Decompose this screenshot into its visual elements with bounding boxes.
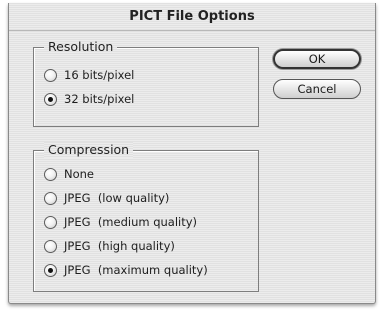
radio-button-selected-icon[interactable] (44, 263, 57, 277)
radio-button-icon[interactable] (44, 191, 57, 205)
radio-32-bits[interactable]: 32 bits/pixel (44, 90, 134, 108)
radio-label: JPEG (maximum quality) (64, 263, 208, 277)
compression-legend: Compression (44, 142, 134, 158)
radio-button-icon[interactable] (44, 215, 57, 229)
radio-label: 32 bits/pixel (64, 92, 135, 106)
pict-file-options-dialog: PICT File Options Resolution 16 bits/pix… (8, 3, 376, 304)
radio-label: JPEG (medium quality) (64, 215, 198, 229)
radio-jpeg-high[interactable]: JPEG (high quality) (44, 237, 175, 255)
radio-none[interactable]: None (44, 165, 94, 183)
cancel-button[interactable]: Cancel (273, 79, 361, 99)
dialog-title: PICT File Options (9, 3, 375, 31)
radio-jpeg-medium[interactable]: JPEG (medium quality) (44, 213, 197, 231)
ok-button[interactable]: OK (273, 49, 361, 69)
radio-16-bits[interactable]: 16 bits/pixel (44, 66, 134, 84)
radio-jpeg-low[interactable]: JPEG (low quality) (44, 189, 169, 207)
resolution-legend: Resolution (44, 39, 118, 55)
radio-button-icon[interactable] (44, 68, 57, 82)
radio-label: JPEG (low quality) (64, 191, 170, 205)
radio-label: None (64, 167, 95, 181)
radio-button-icon[interactable] (44, 167, 57, 181)
compression-group: Compression None JPEG (low quality) JPEG… (33, 142, 259, 292)
radio-jpeg-maximum[interactable]: JPEG (maximum quality) (44, 261, 208, 279)
radio-button-icon[interactable] (44, 239, 57, 253)
radio-label: 16 bits/pixel (64, 68, 135, 82)
radio-label: JPEG (high quality) (64, 239, 175, 253)
radio-button-selected-icon[interactable] (44, 92, 57, 106)
resolution-group: Resolution 16 bits/pixel 32 bits/pixel (33, 39, 259, 127)
